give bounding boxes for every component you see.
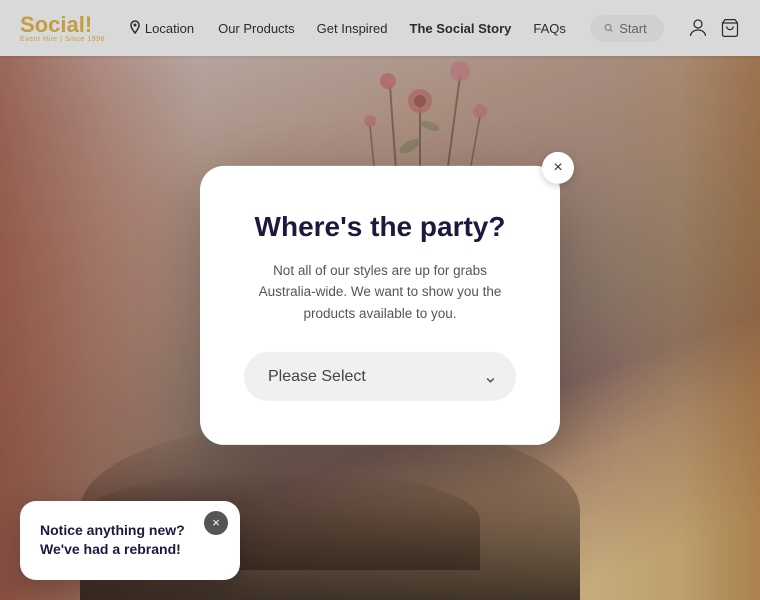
rebrand-popup: × Notice anything new?We've had a rebran… [20,501,240,580]
modal-title: Where's the party? [244,210,516,244]
rebrand-popup-text: Notice anything new?We've had a rebrand! [40,521,200,560]
location-select-wrapper: Please Select New South Wales Victoria Q… [244,352,516,401]
modal-close-button[interactable]: × [542,152,574,184]
modal-description: Not all of our styles are up for grabs A… [244,259,516,324]
location-select[interactable]: Please Select New South Wales Victoria Q… [244,352,516,401]
location-modal: × Where's the party? Not all of our styl… [200,166,560,445]
rebrand-popup-close-button[interactable]: × [204,511,228,535]
